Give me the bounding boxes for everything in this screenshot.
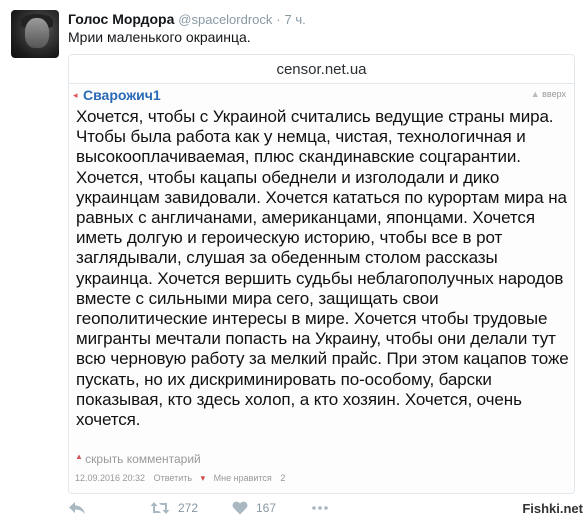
heart-icon xyxy=(232,501,248,515)
media-card[interactable]: censor.net.ua ◂ Сварожич1 ▲ вверх Хочетс… xyxy=(68,54,575,494)
more-icon xyxy=(312,506,328,510)
author-handle[interactable]: @spacelordrock xyxy=(178,12,272,27)
hide-comment: ▲ скрыть комментарий xyxy=(75,452,201,466)
reply-button[interactable] xyxy=(68,498,86,518)
comment-author: Сварожич1 xyxy=(83,87,161,103)
like-count: 167 xyxy=(256,501,277,515)
comment-body: Хочется, чтобы с Украиной считались веду… xyxy=(76,107,569,430)
comment-marker-icon: ◂ xyxy=(73,90,78,100)
watermark: Fishki.net xyxy=(522,501,583,516)
up-link: ▲ вверх xyxy=(531,89,566,99)
hide-marker-icon: ▲ xyxy=(75,452,86,461)
up-link-label: вверх xyxy=(542,89,566,99)
retweet-button[interactable]: 272 xyxy=(150,498,198,518)
retweet-count: 272 xyxy=(178,501,199,515)
reply-icon xyxy=(69,502,85,514)
hide-comment-label: скрыть комментарий xyxy=(85,452,201,466)
dislike-mark: ▾ xyxy=(200,473,206,483)
comment-date: 12.09.2016 20:32 xyxy=(75,473,146,483)
card-site-title: censor.net.ua xyxy=(276,61,367,78)
tweet-header: Голос Мордора @spacelordrock · 7 ч. xyxy=(68,10,306,29)
comment-like-label: Мне нравится xyxy=(213,473,272,483)
arrow-up-icon: ▲ xyxy=(530,89,543,99)
comment-meta: 12.09.2016 20:32 Ответить ▾ Мне нравится… xyxy=(75,473,291,484)
more-button[interactable] xyxy=(312,498,328,518)
comment-reply: Ответить xyxy=(153,473,193,483)
separator: · xyxy=(276,12,281,27)
card-divider xyxy=(69,83,574,84)
comment-like-count: 2 xyxy=(280,473,286,483)
comment-screenshot: ◂ Сварожич1 ▲ вверх Хочется, чтобы с Укр… xyxy=(71,85,572,493)
tweet-time[interactable]: 7 ч. xyxy=(285,12,306,27)
tweet-text: Мрии маленького окраинца. xyxy=(68,29,251,45)
like-button[interactable]: 167 xyxy=(232,498,276,518)
avatar[interactable] xyxy=(11,10,59,58)
avatar-face xyxy=(25,18,49,48)
author-name[interactable]: Голос Мордора xyxy=(68,11,174,27)
tweet: Голос Мордора @spacelordrock · 7 ч. Мрии… xyxy=(0,0,587,522)
retweet-icon xyxy=(150,502,170,514)
